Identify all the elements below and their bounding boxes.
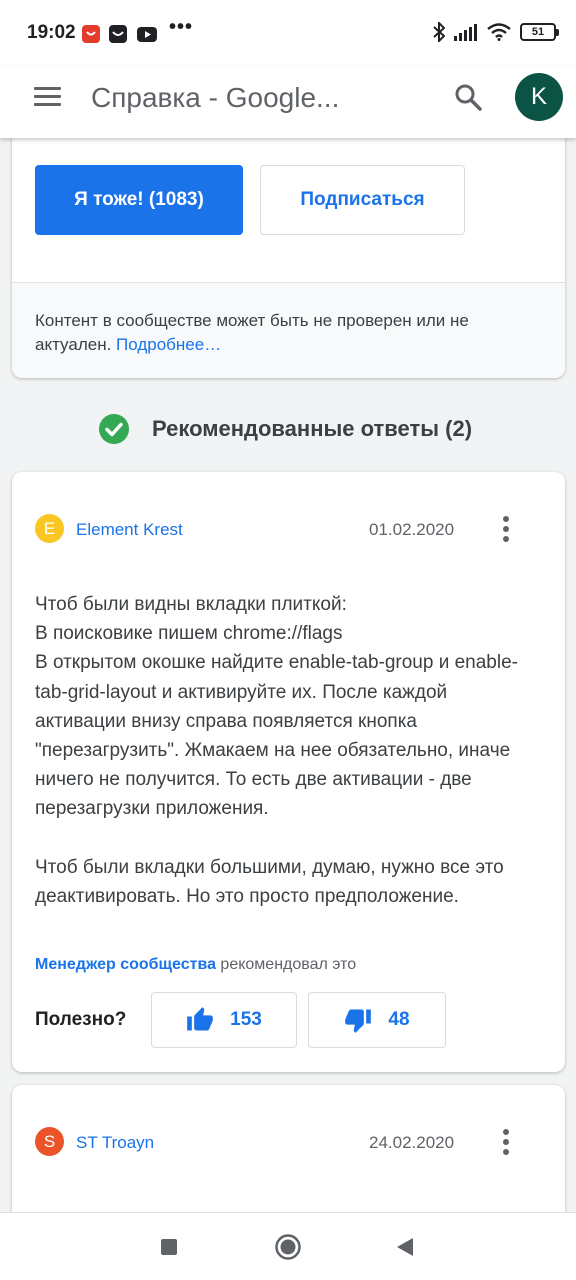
status-indicators: 51 bbox=[433, 22, 559, 42]
question-card: Я тоже! (1083) Подписаться Контент в соо… bbox=[12, 124, 565, 378]
author-name[interactable]: ST Troayn bbox=[76, 1133, 154, 1153]
more-notifications-icon: ••• bbox=[169, 16, 194, 38]
upvote-count: 153 bbox=[230, 1009, 262, 1030]
learn-more-link[interactable]: Подробнее… bbox=[116, 335, 221, 354]
answer-paragraph: Чтоб были вкладки большими, думаю, нужно… bbox=[35, 856, 504, 907]
recents-icon[interactable] bbox=[160, 1238, 178, 1256]
helpful-label: Полезно? bbox=[35, 1009, 127, 1030]
recommended-answers-title: Рекомендованные ответы (2) bbox=[152, 416, 473, 441]
youtube-icon bbox=[137, 27, 157, 42]
author-name[interactable]: Element Krest bbox=[76, 520, 183, 540]
thumb-up-icon bbox=[187, 1007, 213, 1031]
notice-text: Контент в сообществе может быть не прове… bbox=[35, 311, 469, 354]
account-avatar[interactable]: K bbox=[515, 73, 563, 121]
recommended-by-text: рекомендовал это bbox=[215, 956, 357, 973]
status-bar: 19:02 ••• 51 bbox=[0, 0, 576, 66]
aliexpress-icon bbox=[82, 25, 100, 43]
more-vert-icon[interactable] bbox=[502, 1129, 510, 1155]
answer-paragraph: Чтоб были видны вкладки плиткой: В поиск… bbox=[35, 594, 518, 820]
search-icon[interactable] bbox=[453, 82, 483, 112]
app-bar: Справка - Google... K bbox=[0, 66, 576, 138]
answer-body: Чтоб были видны вкладки плиткой: В поиск… bbox=[35, 590, 535, 940]
home-icon[interactable] bbox=[274, 1233, 302, 1261]
system-navigation-bar bbox=[0, 1212, 576, 1280]
upvote-button[interactable]: 153 bbox=[151, 992, 297, 1048]
downvote-button[interactable]: 48 bbox=[308, 992, 446, 1048]
downvote-count: 48 bbox=[388, 1009, 410, 1030]
page-title: Справка - Google... bbox=[91, 82, 340, 113]
bluetooth-icon bbox=[433, 22, 445, 42]
check-circle-icon bbox=[99, 414, 129, 444]
battery-icon: 51 bbox=[520, 23, 559, 41]
subscribe-button[interactable]: Подписаться bbox=[260, 165, 465, 235]
author-avatar[interactable]: S bbox=[35, 1127, 64, 1156]
post-date: 01.02.2020 bbox=[369, 520, 455, 539]
post-date: 24.02.2020 bbox=[369, 1133, 455, 1152]
community-manager-link[interactable]: Менеджер сообщества bbox=[35, 956, 216, 973]
back-icon[interactable] bbox=[394, 1236, 416, 1258]
status-time: 19:02 bbox=[27, 22, 76, 43]
wifi-icon bbox=[487, 23, 511, 41]
thumb-down-icon bbox=[345, 1009, 372, 1033]
recommended-by: Менеджер сообщества рекомендовал это bbox=[35, 956, 356, 974]
community-notice: Контент в сообществе может быть не прове… bbox=[12, 282, 565, 378]
me-too-button[interactable]: Я тоже! (1083) bbox=[35, 165, 243, 235]
signal-icon bbox=[454, 24, 477, 41]
answer-card: E Element Krest 01.02.2020 Чтоб были вид… bbox=[12, 472, 565, 1072]
menu-icon[interactable] bbox=[34, 87, 61, 107]
inbox-icon bbox=[109, 25, 127, 43]
more-vert-icon[interactable] bbox=[502, 516, 510, 542]
author-avatar[interactable]: E bbox=[35, 514, 64, 543]
recommended-answers-header: Рекомендованные ответы (2) bbox=[98, 411, 472, 447]
